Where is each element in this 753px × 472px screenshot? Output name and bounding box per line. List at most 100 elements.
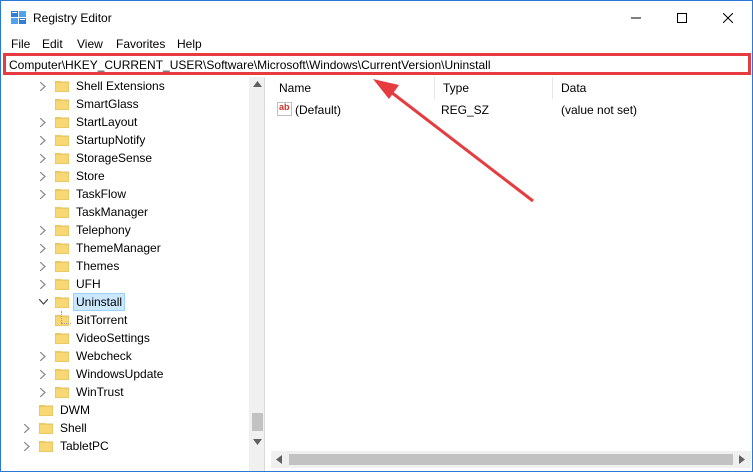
menu-favorites[interactable]: Favorites — [116, 37, 165, 51]
tree-item-label: StorageSense — [76, 151, 153, 165]
tree-item-label: Telephony — [76, 223, 131, 237]
column-header-type[interactable]: Type — [435, 77, 553, 99]
chevron-right-icon[interactable] — [37, 278, 49, 290]
tree-item-label: TaskFlow — [76, 187, 127, 201]
chevron-right-icon[interactable] — [37, 350, 49, 362]
column-header-name[interactable]: Name — [271, 77, 435, 99]
tree-item-label: SmartGlass — [76, 97, 139, 111]
menu-view[interactable]: View — [77, 37, 103, 51]
chevron-right-icon[interactable] — [37, 260, 49, 272]
folder-icon — [54, 314, 70, 327]
maximize-button[interactable] — [659, 1, 705, 35]
tree-item-label: Themes — [76, 259, 120, 273]
tree-item[interactable]: UFH — [37, 275, 103, 293]
tree-item-label: TabletPC — [60, 439, 109, 453]
chevron-right-icon[interactable] — [37, 386, 49, 398]
tree-item-label: Store — [76, 169, 105, 183]
expander-placeholder — [37, 98, 49, 110]
maximize-icon — [677, 13, 687, 23]
tree-item[interactable]: Uninstall — [37, 293, 126, 311]
tree-item-label: StartLayout — [76, 115, 138, 129]
close-icon — [723, 13, 733, 23]
folder-icon — [54, 98, 70, 111]
list-row[interactable]: ab (Default) REG_SZ (value not set) — [271, 101, 751, 119]
close-button[interactable] — [705, 1, 751, 35]
tree-item[interactable]: TaskManager — [37, 203, 150, 221]
address-path: Computer\HKEY_CURRENT_USER\Software\Micr… — [9, 58, 491, 72]
chevron-right-icon[interactable] — [37, 224, 49, 236]
scroll-right-icon[interactable] — [739, 455, 745, 464]
tree-item[interactable]: Shell — [21, 419, 89, 437]
folder-icon — [54, 242, 70, 255]
registry-editor-icon — [11, 11, 26, 24]
tree-item-label: BitTorrent — [76, 313, 128, 327]
tree-item[interactable]: VideoSettings — [37, 329, 152, 347]
scroll-left-icon[interactable] — [276, 455, 282, 464]
tree-item-label: Webcheck — [76, 349, 132, 363]
tree-item-label: VideoSettings — [76, 331, 150, 345]
chevron-right-icon[interactable] — [37, 80, 49, 92]
value-data: (value not set) — [561, 103, 638, 117]
tree-item[interactable]: StorageSense — [37, 149, 154, 167]
tree-item[interactable]: StartupNotify — [37, 131, 147, 149]
tree-item[interactable]: WindowsUpdate — [37, 365, 165, 383]
address-bar[interactable]: Computer\HKEY_CURRENT_USER\Software\Micr… — [3, 53, 751, 75]
minimize-button[interactable] — [613, 1, 659, 35]
chevron-right-icon[interactable] — [21, 440, 33, 452]
tree-item[interactable]: TaskFlow — [37, 185, 128, 203]
tree-item[interactable]: TabletPC — [21, 437, 111, 455]
menu-help[interactable]: Help — [177, 37, 202, 51]
tree-item[interactable]: SmartGlass — [37, 95, 141, 113]
tree-item[interactable]: WinTrust — [37, 383, 126, 401]
folder-icon — [54, 260, 70, 273]
scroll-down-icon[interactable] — [253, 439, 262, 445]
tree-item[interactable]: Webcheck — [37, 347, 134, 365]
tree-item[interactable]: Shell Extensions — [37, 77, 167, 95]
list-horizontal-scrollbar[interactable] — [271, 451, 751, 468]
chevron-right-icon[interactable] — [37, 368, 49, 380]
tree-item-label: Shell Extensions — [76, 79, 165, 93]
tree-item[interactable]: Store — [37, 167, 107, 185]
folder-icon — [54, 80, 70, 93]
tree-item-label: TaskManager — [76, 205, 149, 219]
menu-edit[interactable]: Edit — [42, 37, 63, 51]
tree-item[interactable]: StartLayout — [37, 113, 139, 131]
tree-item-label: DWM — [60, 403, 90, 417]
expander-placeholder — [21, 404, 33, 416]
tree-item[interactable]: BitTorrent — [54, 311, 129, 329]
folder-icon — [54, 278, 70, 291]
tree-item-label: WindowsUpdate — [76, 367, 164, 381]
expander-placeholder — [37, 206, 49, 218]
tree-item-label: Uninstall — [72, 293, 126, 311]
list-scroll-thumb[interactable] — [289, 454, 733, 465]
title-bar[interactable]: Registry Editor — [1, 1, 752, 35]
chevron-right-icon[interactable] — [37, 152, 49, 164]
chevron-right-icon[interactable] — [37, 134, 49, 146]
registry-editor-window: Registry Editor File Edit View Favorites… — [0, 0, 753, 472]
menu-file[interactable]: File — [11, 37, 30, 51]
folder-icon — [38, 404, 54, 417]
minimize-icon — [631, 17, 641, 19]
expander-placeholder — [37, 332, 49, 344]
column-header-data[interactable]: Data — [553, 77, 749, 99]
chevron-right-icon[interactable] — [37, 170, 49, 182]
folder-icon — [54, 188, 70, 201]
tree-item-label: StartupNotify — [76, 133, 146, 147]
chevron-down-icon[interactable] — [37, 296, 49, 308]
tree-connector-line — [61, 311, 62, 323]
values-list: Name Type Data ab (Default) REG_SZ (valu… — [271, 77, 751, 471]
tree-item[interactable]: ThemeManager — [37, 239, 163, 257]
chevron-right-icon[interactable] — [37, 242, 49, 254]
tree-item[interactable]: DWM — [21, 401, 92, 419]
chevron-right-icon[interactable] — [37, 116, 49, 128]
tree-connector-line — [61, 323, 71, 324]
string-value-icon: ab — [277, 102, 292, 116]
chevron-right-icon[interactable] — [37, 188, 49, 200]
tree-item[interactable]: Telephony — [37, 221, 133, 239]
chevron-right-icon[interactable] — [21, 422, 33, 434]
tree-vertical-scrollbar[interactable] — [249, 77, 264, 471]
scroll-up-icon[interactable] — [253, 81, 262, 87]
tree-scroll-thumb[interactable] — [252, 413, 263, 431]
menu-bar: File Edit View Favorites Help — [1, 35, 752, 53]
tree-item[interactable]: Themes — [37, 257, 121, 275]
